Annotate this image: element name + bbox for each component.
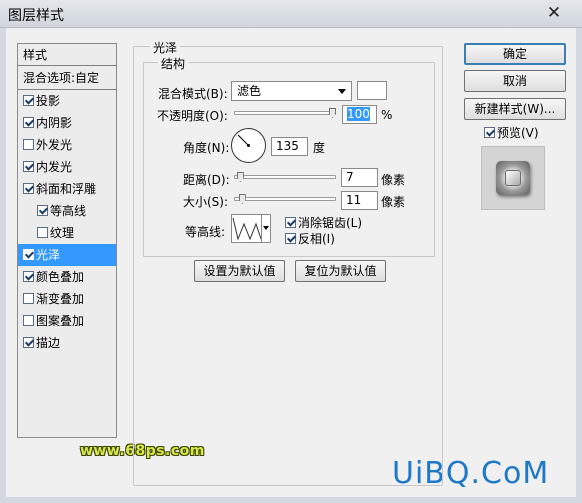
style-item[interactable]: 图案叠加	[18, 310, 116, 332]
preview-option[interactable]: 预览(V)	[484, 124, 539, 141]
contour-dropdown-icon[interactable]	[261, 215, 270, 242]
style-item-label: 等高线	[50, 204, 87, 218]
size-value: 11	[346, 193, 362, 207]
color-swatch[interactable]	[357, 81, 387, 100]
preview-thumbnail	[496, 161, 530, 195]
style-item-label: 内发光	[36, 160, 73, 174]
style-item-checkbox[interactable]	[23, 271, 34, 282]
style-item-label: 内阴影	[36, 116, 73, 130]
style-item[interactable]: 投影	[18, 90, 116, 112]
style-item-checkbox[interactable]	[23, 249, 34, 260]
contour-picker[interactable]	[231, 214, 271, 243]
style-item[interactable]: 颜色叠加	[18, 266, 116, 288]
style-item-label: 颜色叠加	[36, 270, 85, 284]
new-style-button[interactable]: 新建样式(W)...	[464, 98, 566, 120]
style-item[interactable]: 斜面和浮雕	[18, 178, 116, 200]
title-bar: 图层样式 ✕	[0, 0, 582, 28]
antialias-checkbox[interactable]	[285, 217, 296, 228]
style-item[interactable]: 内发光	[18, 156, 116, 178]
style-item-checkbox[interactable]	[37, 205, 48, 216]
close-icon[interactable]: ✕	[544, 3, 564, 23]
angle-dial[interactable]	[231, 128, 266, 163]
style-item[interactable]: 外发光	[18, 134, 116, 156]
chevron-down-icon	[338, 89, 346, 94]
style-item-checkbox[interactable]	[23, 139, 34, 150]
style-item-label: 描边	[36, 336, 61, 350]
contour-label: 等高线:	[185, 225, 226, 239]
angle-label: 角度(N):	[183, 141, 230, 155]
window-title: 图层样式	[8, 8, 64, 24]
style-item-label: 外发光	[36, 138, 73, 152]
invert-option[interactable]: 反相(I)	[285, 230, 335, 247]
preview-label: 预览(V)	[497, 126, 539, 140]
style-item[interactable]: 纹理	[18, 222, 116, 244]
style-preview	[481, 146, 545, 210]
style-item[interactable]: 描边	[18, 332, 116, 354]
distance-field[interactable]: 7	[341, 168, 378, 187]
style-item-checkbox[interactable]	[23, 161, 34, 172]
style-item-label: 纹理	[50, 226, 75, 240]
blend-options-item[interactable]: 混合选项:自定	[18, 66, 116, 90]
distance-unit: 像素	[381, 173, 406, 187]
size-slider-track[interactable]	[234, 197, 336, 201]
style-item-checkbox[interactable]	[23, 117, 34, 128]
blend-mode-value: 滤色	[237, 84, 262, 98]
opacity-unit: %	[381, 108, 393, 122]
style-item[interactable]: 渐变叠加	[18, 288, 116, 310]
angle-dial-needle	[237, 134, 250, 147]
style-item[interactable]: 光泽	[18, 244, 116, 266]
style-item[interactable]: 内阴影	[18, 112, 116, 134]
blend-mode-select[interactable]: 滤色	[231, 81, 352, 101]
style-item-label: 渐变叠加	[36, 292, 85, 306]
blend-mode-label: 混合模式(B):	[158, 87, 228, 101]
antialias-label: 消除锯齿(L)	[298, 216, 363, 230]
preview-checkbox[interactable]	[484, 127, 495, 138]
opacity-label: 不透明度(O):	[157, 109, 228, 123]
angle-unit: 度	[313, 141, 326, 155]
style-item-label: 图案叠加	[36, 314, 85, 328]
opacity-slider-track[interactable]	[234, 111, 336, 115]
distance-value: 7	[346, 170, 354, 184]
reset-default-button[interactable]: 复位为默认值	[295, 260, 386, 282]
style-item-checkbox[interactable]	[37, 227, 48, 238]
style-item-checkbox[interactable]	[23, 315, 34, 326]
size-unit: 像素	[381, 195, 406, 209]
size-field[interactable]: 11	[341, 191, 378, 210]
style-item-label: 斜面和浮雕	[36, 182, 97, 196]
style-item-checkbox[interactable]	[23, 95, 34, 106]
invert-label: 反相(I)	[298, 232, 335, 246]
style-list-header[interactable]: 样式	[18, 44, 116, 66]
opacity-value: 100	[347, 107, 370, 121]
style-item-checkbox[interactable]	[23, 293, 34, 304]
cancel-button[interactable]: 取消	[464, 70, 566, 92]
style-item-label: 投影	[36, 94, 61, 108]
structure-group-title: 结构	[158, 55, 189, 72]
style-item-checkbox[interactable]	[23, 183, 34, 194]
ok-button[interactable]: 确定	[464, 43, 566, 65]
style-item-checkbox[interactable]	[23, 337, 34, 348]
style-list: 样式 混合选项:自定 投影内阴影外发光内发光斜面和浮雕等高线纹理光泽颜色叠加渐变…	[17, 43, 117, 438]
angle-field[interactable]: 135	[271, 137, 308, 156]
satin-group-title: 光泽	[150, 39, 181, 56]
size-label: 大小(S):	[183, 195, 229, 209]
opacity-field[interactable]: 100	[342, 105, 377, 124]
style-item-label: 光泽	[36, 248, 61, 262]
angle-value: 135	[276, 139, 299, 153]
style-item[interactable]: 等高线	[18, 200, 116, 222]
distance-label: 距离(D):	[183, 173, 230, 187]
make-default-button[interactable]: 设置为默认值	[194, 260, 285, 282]
contour-curve-icon	[232, 217, 262, 241]
invert-checkbox[interactable]	[285, 233, 296, 244]
antialias-option[interactable]: 消除锯齿(L)	[285, 214, 362, 231]
distance-slider-track[interactable]	[234, 175, 336, 179]
